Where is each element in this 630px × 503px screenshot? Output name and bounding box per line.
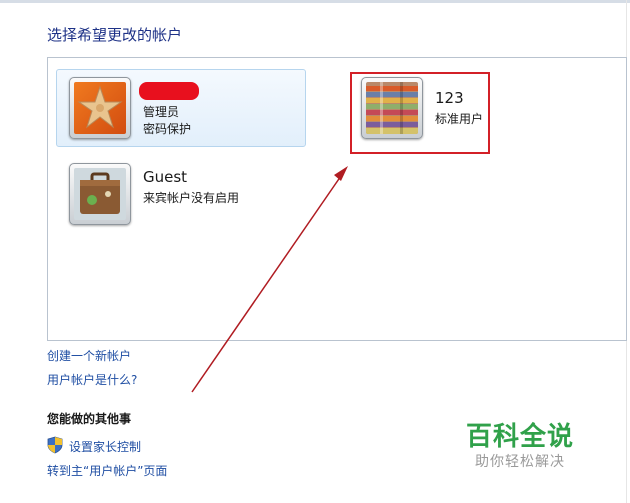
main-accounts-page-link[interactable]: 转到主“用户帐户”页面 [47,462,167,479]
watermark-subtitle: 助你轻松解决 [475,454,565,470]
other-tasks-heading: 您能做的其他事 [47,412,132,426]
shield-icon [47,436,63,454]
create-account-link[interactable]: 创建一个新帐户 [47,347,131,364]
what-is-account-link[interactable]: 用户帐户是什么? [47,371,137,388]
parental-controls-link[interactable]: 设置家长控制 [69,438,141,455]
watermark-title: 百科全说 [466,422,575,452]
